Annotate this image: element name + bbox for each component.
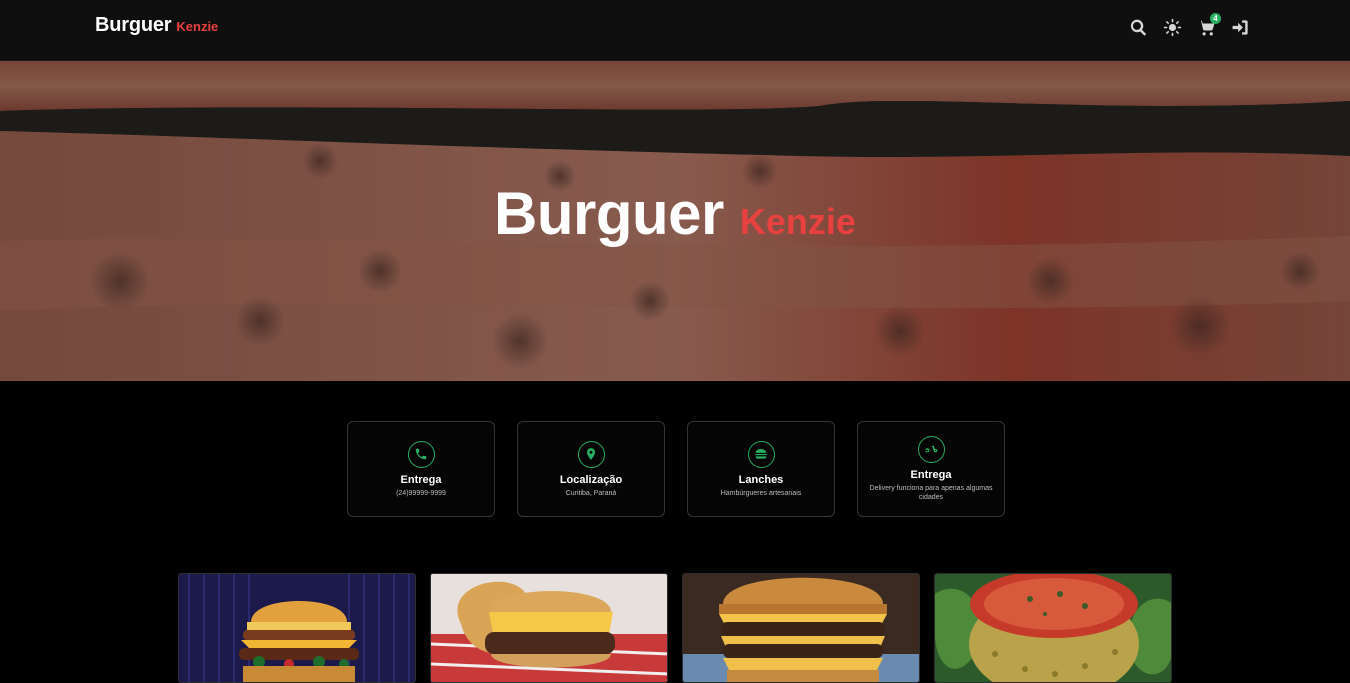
- top-header: Burguer Kenzie 4: [0, 0, 1350, 61]
- info-card-title: Entrega: [400, 473, 442, 486]
- info-card-title: Localização: [559, 473, 623, 486]
- info-card-delivery: Entrega Delivery funciona para apenas al…: [857, 421, 1005, 517]
- info-card-title: Lanches: [738, 473, 784, 486]
- hero-banner: Burguer Kenzie: [0, 61, 1350, 381]
- product-list: [178, 573, 1172, 683]
- info-cards: Entrega (24)99999-9999 Localização Curit…: [347, 421, 1005, 517]
- info-card-burgers: Lanches Hambúrgueres artesanais: [687, 421, 835, 517]
- cart-count-badge: 4: [1210, 13, 1221, 24]
- product-card[interactable]: [682, 573, 920, 683]
- burger-photo-4: [935, 574, 1171, 682]
- info-card-text: Curitiba, Paraná: [565, 489, 617, 497]
- login-icon[interactable]: [1231, 18, 1250, 37]
- search-icon[interactable]: [1129, 18, 1148, 37]
- info-card-text: (24)99999-9999: [396, 489, 446, 497]
- product-card[interactable]: [430, 573, 668, 683]
- info-card-title: Entrega: [910, 469, 952, 481]
- scooter-icon: [917, 436, 945, 463]
- burger-photo-3: [683, 574, 919, 682]
- info-card-phone: Entrega (24)99999-9999: [347, 421, 495, 517]
- burger-photo-1: [179, 574, 415, 682]
- phone-icon: [407, 440, 435, 468]
- info-card-location: Localização Curitiba, Paraná: [517, 421, 665, 517]
- hero-title-sub: Kenzie: [739, 201, 856, 242]
- info-card-text: Hambúrgueres artesanais: [720, 489, 802, 497]
- logo-main-text: Burguer: [95, 14, 172, 36]
- logo[interactable]: Burguer Kenzie: [95, 14, 218, 37]
- logo-sub-text: Kenzie: [176, 19, 219, 34]
- product-card[interactable]: [178, 573, 416, 683]
- burger-photo-2: [431, 574, 667, 682]
- product-card[interactable]: [934, 573, 1172, 683]
- burger-icon: [747, 440, 775, 468]
- cart-icon[interactable]: 4: [1197, 13, 1221, 37]
- theme-toggle-icon[interactable]: [1163, 18, 1182, 37]
- location-pin-icon: [577, 440, 605, 468]
- header-actions: 4: [1129, 13, 1250, 37]
- hero-title-main: Burguer: [494, 180, 724, 247]
- hero-title: Burguer Kenzie: [0, 179, 1350, 248]
- info-card-text: Delivery funciona para apenas algumas ci…: [869, 485, 993, 501]
